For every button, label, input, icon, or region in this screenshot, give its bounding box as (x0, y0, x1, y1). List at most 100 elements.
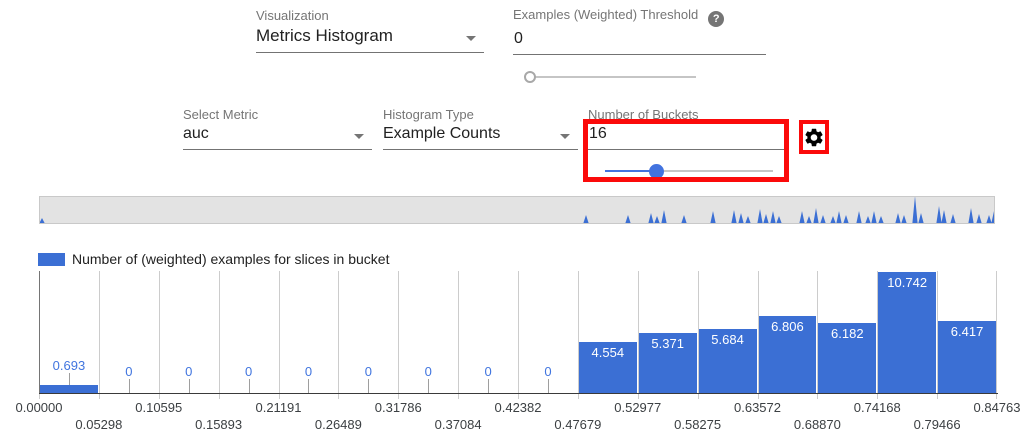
annotation-stem (308, 379, 309, 393)
axis-tick (518, 394, 519, 399)
x-axis-label: 0.42382 (495, 400, 542, 415)
annotation-stem (69, 373, 70, 385)
x-axis-label: 0.58275 (674, 417, 721, 432)
threshold-slider-handle[interactable] (524, 71, 536, 83)
histogram-type-select[interactable]: Example Counts (383, 122, 578, 150)
bar-value-label: 0 (305, 364, 312, 379)
x-axis-label: 0.31786 (375, 400, 422, 415)
overview-spike (583, 215, 588, 223)
histogram-bar[interactable] (878, 272, 936, 393)
axis-tick (219, 394, 220, 399)
overview-spike (878, 216, 883, 223)
histogram-bar[interactable] (40, 385, 98, 393)
axis-tick (398, 394, 399, 399)
overview-spike (976, 214, 981, 223)
legend-label: Number of (weighted) examples for slices… (72, 251, 389, 267)
overview-spike (871, 211, 876, 223)
bar-value-label: 0 (425, 364, 432, 379)
threshold-field: Examples (Weighted) Threshold? (513, 6, 766, 55)
axis-tick (698, 394, 699, 399)
overview-spike (806, 216, 811, 223)
gridline (996, 271, 997, 393)
axis-tick (877, 394, 878, 399)
x-axis-label: 0.52977 (614, 400, 661, 415)
overview-spike (865, 216, 870, 223)
visualization-select[interactable]: Metrics Histogram (256, 23, 484, 53)
bar-value-label: 5.684 (711, 332, 744, 347)
gridline (458, 271, 459, 393)
visualization-value: Metrics Histogram (256, 23, 484, 52)
overview-spike (757, 209, 762, 223)
gridline (518, 271, 519, 393)
bar-value-label: 0 (125, 364, 132, 379)
x-axis-label: 0.00000 (16, 400, 63, 415)
x-axis-label: 0.21191 (255, 400, 301, 415)
bar-value-label: 6.417 (951, 324, 984, 339)
overview-spike (986, 215, 991, 223)
overview-spike (968, 208, 973, 223)
x-axis-label: 0.74168 (854, 400, 901, 415)
overview-spike (813, 208, 818, 223)
overview-spike (738, 213, 743, 223)
overview-spike (912, 197, 917, 223)
visualization-label: Visualization (256, 8, 484, 23)
x-axis-label: 0.26489 (315, 417, 362, 432)
x-axis-label: 0.79466 (914, 417, 961, 432)
axis-tick (937, 394, 938, 399)
bar-value-label: 0 (544, 364, 551, 379)
metric-field: Select Metric auc (183, 107, 372, 150)
x-axis-label: 0.63572 (734, 400, 781, 415)
threshold-input[interactable] (513, 27, 766, 55)
axis-tick (159, 394, 160, 399)
axis-tick (578, 394, 579, 399)
axis-tick (817, 394, 818, 399)
gear-icon (803, 126, 825, 149)
overview-spike (654, 216, 659, 223)
overview-spike (661, 210, 666, 223)
axis-tick (39, 394, 40, 399)
bar-value-label: 4.554 (592, 345, 625, 360)
bar-value-label: 5.371 (651, 336, 684, 351)
axis-tick (996, 394, 997, 399)
axis-tick (458, 394, 459, 399)
overview-spike (856, 211, 861, 223)
x-axis-label: 0.68870 (794, 417, 841, 432)
bar-value-label: 6.806 (771, 319, 804, 334)
annotation-stem (428, 379, 429, 393)
overview-spike (731, 210, 736, 223)
overview-spike (648, 213, 653, 223)
metric-select[interactable]: auc (183, 122, 372, 150)
overview-spike (625, 215, 630, 223)
gridline (279, 271, 280, 393)
slices-overview-spikes (40, 197, 994, 223)
axis-tick (638, 394, 639, 399)
bar-value-label: 6.182 (831, 326, 864, 341)
x-axis-label: 0.15893 (195, 417, 242, 432)
x-axis-label: 0.47679 (554, 417, 601, 432)
bar-value-label: 0 (365, 364, 372, 379)
overview-spike (941, 210, 946, 223)
highlight-box (583, 119, 789, 182)
help-icon[interactable]: ? (708, 11, 724, 27)
overview-spike (843, 215, 848, 223)
slices-overview-strip[interactable] (39, 196, 995, 224)
x-axis-label: 0.05298 (75, 417, 122, 432)
histogram-type-value: Example Counts (383, 122, 578, 149)
bar-value-label: 0.693 (53, 358, 86, 373)
threshold-slider-track[interactable] (525, 76, 696, 78)
settings-button[interactable] (799, 120, 829, 154)
overview-spike (950, 214, 955, 223)
x-axis-label: 0.84763 (974, 400, 1021, 415)
overview-spike (770, 211, 775, 223)
bar-value-label: 0 (185, 364, 192, 379)
visualization-field: Visualization Metrics Histogram (256, 8, 484, 53)
overview-spike (936, 206, 941, 223)
bar-value-label: 0 (484, 364, 491, 379)
overview-spike (745, 216, 750, 223)
overview-spike (836, 211, 841, 223)
threshold-label: Examples (Weighted) Threshold (513, 7, 698, 22)
annotation-stem (368, 379, 369, 393)
overview-spike (991, 211, 994, 223)
overview-spike (40, 218, 45, 223)
metric-label: Select Metric (183, 107, 372, 122)
